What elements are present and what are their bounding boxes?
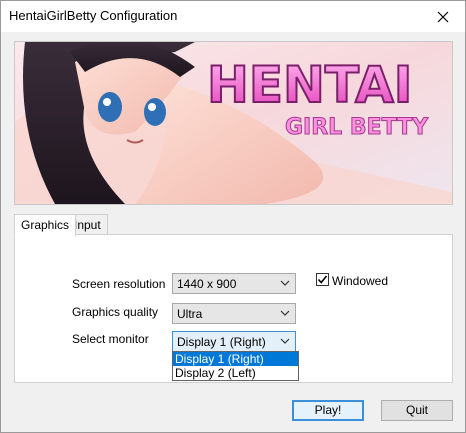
monitor-option[interactable]: Display 1 (Right) — [173, 352, 298, 366]
windowed-label: Windowed — [332, 274, 389, 288]
tab-input-label: Input — [74, 218, 101, 232]
title-bar[interactable]: HentaiGirlBetty Configuration — [1, 1, 465, 32]
chevron-down-icon — [280, 310, 290, 316]
window-title: HentaiGirlBetty Configuration — [9, 8, 178, 23]
monitor-option[interactable]: Display 2 (Left) — [173, 366, 298, 380]
svg-text:HENTAI: HENTAI — [207, 56, 412, 114]
screen-resolution-select[interactable]: 1440 x 900 — [172, 273, 296, 294]
close-icon — [437, 11, 449, 22]
screen-resolution-value: 1440 x 900 — [177, 277, 237, 291]
chevron-down-icon — [280, 338, 290, 344]
graphics-quality-select[interactable]: Ultra — [172, 303, 296, 324]
windowed-checkbox[interactable] — [316, 273, 329, 286]
banner-artwork: HENTAI GIRL BETTY — [15, 42, 452, 204]
tab-graphics[interactable]: Graphics — [14, 214, 77, 237]
game-banner: HENTAI GIRL BETTY — [14, 41, 453, 205]
checkmark-icon — [317, 275, 328, 284]
graphics-quality-label: Graphics quality — [72, 305, 159, 319]
graphics-quality-value: Ultra — [177, 307, 203, 321]
quit-button[interactable]: Quit — [381, 400, 453, 421]
screen-resolution-label: Screen resolution — [72, 277, 166, 291]
close-button[interactable] — [421, 1, 465, 32]
chevron-down-icon — [280, 280, 290, 286]
play-button[interactable]: Play! — [292, 400, 364, 421]
monitor-dropdown-list: Display 1 (Right) Display 2 (Left) — [172, 351, 299, 381]
tab-graphics-label: Graphics — [21, 218, 70, 232]
play-button-label: Play! — [314, 403, 342, 417]
select-monitor-select[interactable]: Display 1 (Right) — [172, 331, 296, 352]
select-monitor-value: Display 1 (Right) — [177, 335, 266, 349]
quit-button-label: Quit — [405, 403, 428, 417]
config-window: HentaiGirlBetty Configuration HENTAI GIR… — [0, 0, 466, 433]
svg-text:GIRL BETTY: GIRL BETTY — [285, 115, 429, 140]
select-monitor-label: Select monitor — [72, 332, 149, 346]
